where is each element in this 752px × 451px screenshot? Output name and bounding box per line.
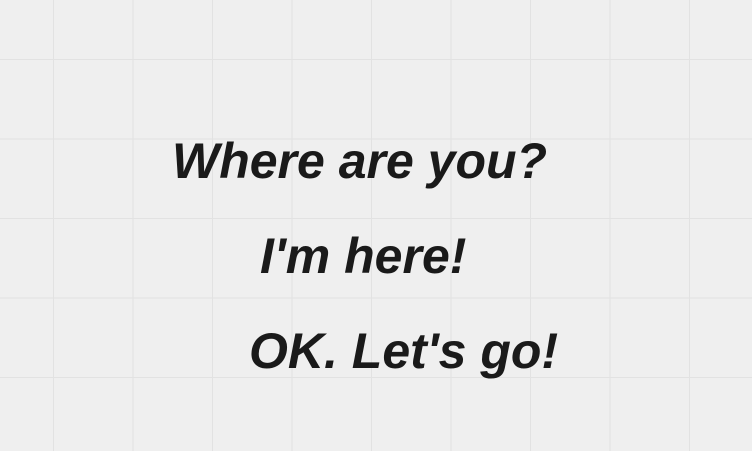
message-ok-lets-go: OK. Let's go! bbox=[249, 323, 559, 379]
message-where-are-you: Where are you? bbox=[172, 133, 548, 189]
grid-canvas: Where are you? I'm here! OK. Let's go! bbox=[0, 0, 752, 451]
message-im-here: I'm here! bbox=[260, 228, 467, 284]
